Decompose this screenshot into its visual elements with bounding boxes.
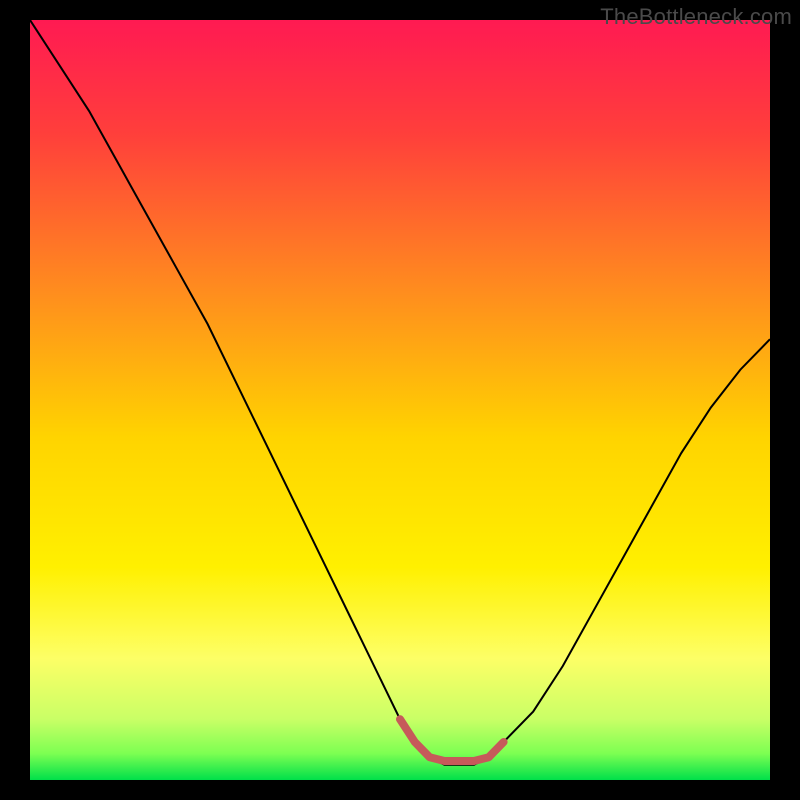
gradient-background — [30, 20, 770, 780]
watermark: TheBottleneck.com — [600, 4, 792, 30]
plot-svg — [30, 20, 770, 780]
plot-area — [30, 20, 770, 780]
chart-container: TheBottleneck.com — [0, 0, 800, 800]
